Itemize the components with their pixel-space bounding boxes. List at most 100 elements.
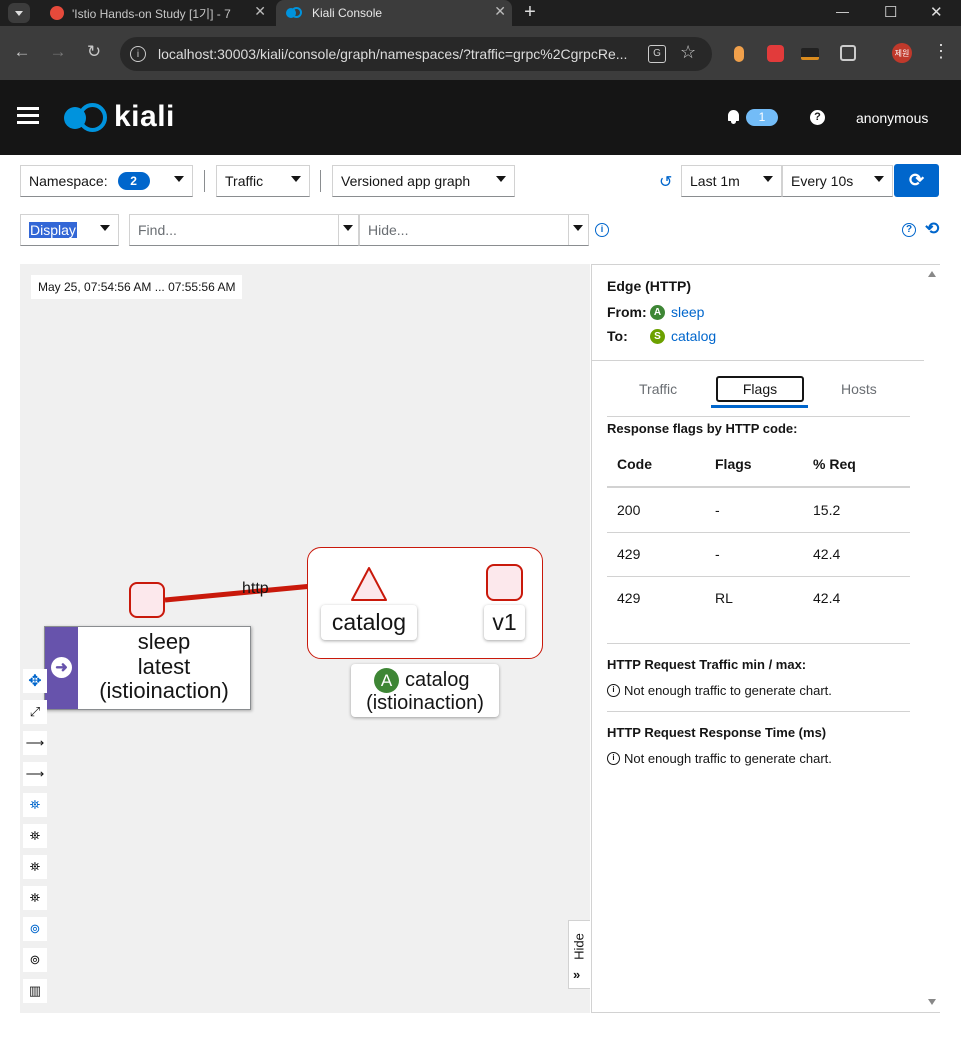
sleep-node[interactable]: [129, 582, 165, 618]
browser-tab-kiali[interactable]: Kiali Console ✕: [276, 0, 512, 26]
catalog-v1-node[interactable]: [486, 564, 523, 601]
hamburger-menu-icon[interactable]: [17, 107, 39, 125]
favicon-icon: [50, 6, 64, 20]
close-window-button[interactable]: ✕: [930, 3, 943, 21]
address-bar[interactable]: i localhost:30003/kiali/console/graph/na…: [120, 37, 712, 71]
scroll-up-arrow-icon[interactable]: [928, 271, 936, 277]
column-header: Code: [617, 456, 652, 472]
layout-3-icon[interactable]: ⛯: [23, 886, 47, 910]
edge-label: http: [242, 580, 269, 597]
refresh-button[interactable]: ⟳: [894, 164, 939, 197]
chevron-down-icon: [763, 176, 773, 182]
reload-icon[interactable]: ↻: [82, 42, 106, 62]
hide-panel-tab[interactable]: Hide »: [568, 920, 590, 989]
from-app-badge-icon: A: [650, 305, 665, 320]
fit-to-screen-icon[interactable]: ⤢: [23, 700, 47, 724]
response-time-note: Not enough traffic to generate chart.: [624, 751, 832, 766]
maximize-button[interactable]: ☐: [884, 3, 897, 21]
flags-heading: Response flags by HTTP code:: [607, 421, 798, 436]
namespace-count-badge: 2: [117, 172, 150, 190]
brand-name: kiali: [114, 100, 175, 133]
new-tab-button[interactable]: +: [520, 1, 540, 24]
divider: [607, 416, 910, 417]
duration-select[interactable]: Last 1m: [681, 165, 782, 197]
extensions-puzzle-icon[interactable]: [840, 45, 856, 61]
graph-type-label: Versioned app graph: [341, 173, 471, 189]
layout-default-icon[interactable]: ⛯: [23, 793, 47, 817]
find-divider: [338, 215, 339, 245]
bookmark-star-icon[interactable]: ☆: [680, 42, 696, 63]
sleep-node-label[interactable]: ➜ sleep latest (istioinaction): [44, 626, 251, 710]
refresh-icon: ⟳: [908, 170, 925, 190]
catalog-v1-label: v1: [484, 605, 525, 640]
to-label: To:: [607, 328, 628, 344]
scrollbar[interactable]: [924, 265, 940, 1012]
scroll-down-arrow-icon[interactable]: [928, 999, 936, 1005]
graph-help-icon[interactable]: ?: [902, 223, 916, 237]
namespace-layout-icon[interactable]: ⊚: [23, 917, 47, 941]
info-icon[interactable]: i: [595, 223, 609, 237]
translate-icon[interactable]: G: [648, 45, 666, 63]
minimize-button[interactable]: —: [836, 4, 849, 19]
chevron-down-icon[interactable]: [573, 225, 583, 231]
table-row: 429 - 42.4: [607, 533, 910, 577]
replay-icon[interactable]: ⟲: [925, 219, 939, 239]
table-header: Code Flags % Req: [607, 443, 910, 488]
find-placeholder: Find...: [138, 222, 177, 238]
display-select[interactable]: Display: [20, 214, 119, 246]
cell-percent: 15.2: [813, 502, 841, 518]
catalog-app-label[interactable]: A catalog (istioinaction): [351, 664, 499, 717]
from-link[interactable]: sleep: [671, 304, 704, 320]
display-label: Display: [29, 222, 77, 238]
cell-percent: 42.4: [813, 590, 841, 606]
zoom-in-icon[interactable]: ⟶: [23, 731, 47, 755]
help-icon[interactable]: ?: [810, 110, 825, 125]
extension-icon[interactable]: [767, 45, 784, 62]
tab-flags[interactable]: Flags: [716, 376, 804, 402]
notification-count-badge[interactable]: 1: [746, 109, 778, 126]
column-header: % Req: [813, 456, 856, 472]
back-arrow-icon[interactable]: ←: [10, 42, 34, 62]
graph-canvas[interactable]: May 25, 07:54:56 AM ... 07:55:56 AM http…: [20, 264, 590, 1013]
pan-icon[interactable]: ✥: [23, 669, 47, 693]
hide-divider: [568, 215, 569, 245]
traffic-label: Traffic: [225, 173, 264, 189]
kiali-logo-icon[interactable]: [64, 103, 108, 132]
graph-type-select[interactable]: Versioned app graph: [332, 165, 515, 197]
notification-bell-icon[interactable]: [727, 110, 740, 124]
layout-2-icon[interactable]: ⛯: [23, 855, 47, 879]
namespace-layout-alt-icon[interactable]: ⊚: [23, 948, 47, 972]
extension-icon[interactable]: [801, 48, 819, 60]
legend-map-icon[interactable]: ▥: [23, 979, 47, 1003]
tab-hosts[interactable]: Hosts: [841, 381, 877, 397]
browser-tab-istio-study[interactable]: 'Istio Hands-on Study [1기] - 7 ✕: [40, 0, 272, 26]
user-menu[interactable]: anonymous: [856, 110, 928, 126]
close-tab-icon[interactable]: ✕: [254, 3, 266, 20]
site-info-icon[interactable]: i: [130, 46, 146, 62]
layout-1-icon[interactable]: ⛯: [23, 824, 47, 848]
forward-arrow-icon[interactable]: →: [46, 42, 70, 62]
panel-title: Edge (HTTP): [607, 278, 691, 294]
tab-traffic[interactable]: Traffic: [639, 381, 677, 397]
find-input[interactable]: Find...: [129, 214, 359, 246]
url-text[interactable]: localhost:30003/kiali/console/graph/name…: [158, 46, 638, 62]
traffic-chart-note: Not enough traffic to generate chart.: [624, 683, 832, 698]
duration-label: Last 1m: [690, 173, 740, 189]
refresh-interval-select[interactable]: Every 10s: [782, 165, 893, 197]
namespace-select[interactable]: Namespace: 2: [20, 165, 193, 197]
hide-input[interactable]: Hide...: [359, 214, 589, 246]
chevron-down-icon[interactable]: [343, 225, 353, 231]
table-row: 200 - 15.2: [607, 489, 910, 533]
close-tab-icon[interactable]: ✕: [494, 3, 506, 20]
extension-icon[interactable]: [734, 46, 744, 62]
cell-flags: -: [715, 546, 720, 562]
history-icon[interactable]: ↺: [659, 172, 672, 192]
sleep-node-namespace: (istioinaction): [99, 678, 229, 703]
tab-search-button[interactable]: [8, 3, 30, 23]
traffic-select[interactable]: Traffic: [216, 165, 310, 197]
profile-avatar[interactable]: 제원: [892, 43, 912, 63]
catalog-service-node[interactable]: [350, 566, 388, 602]
zoom-out-icon[interactable]: ⟶: [23, 762, 47, 786]
menu-kebab-icon[interactable]: ⋮: [932, 41, 950, 62]
to-link[interactable]: catalog: [671, 328, 716, 344]
